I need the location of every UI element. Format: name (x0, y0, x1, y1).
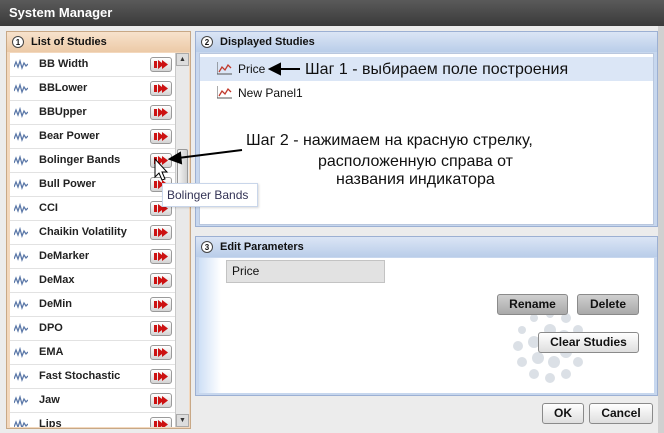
annotation-step1: Шаг 1 - выбираем поле построения (305, 61, 569, 78)
system-manager-window: System Manager 1 List of Studies BB Widt… (0, 0, 664, 433)
annotation-arrowhead-step2 (167, 151, 183, 165)
annotation-step2-line3: названия индикатора (336, 171, 495, 188)
mouse-cursor-icon (154, 157, 169, 181)
annotation-arrow-step2 (177, 149, 243, 159)
annotation-step2-line1: Шаг 2 - нажимаем на красную стрелку, (246, 132, 533, 149)
annotation-step2-line2: расположенную справа от (318, 153, 513, 170)
annotation-arrowhead-step1 (267, 62, 281, 76)
